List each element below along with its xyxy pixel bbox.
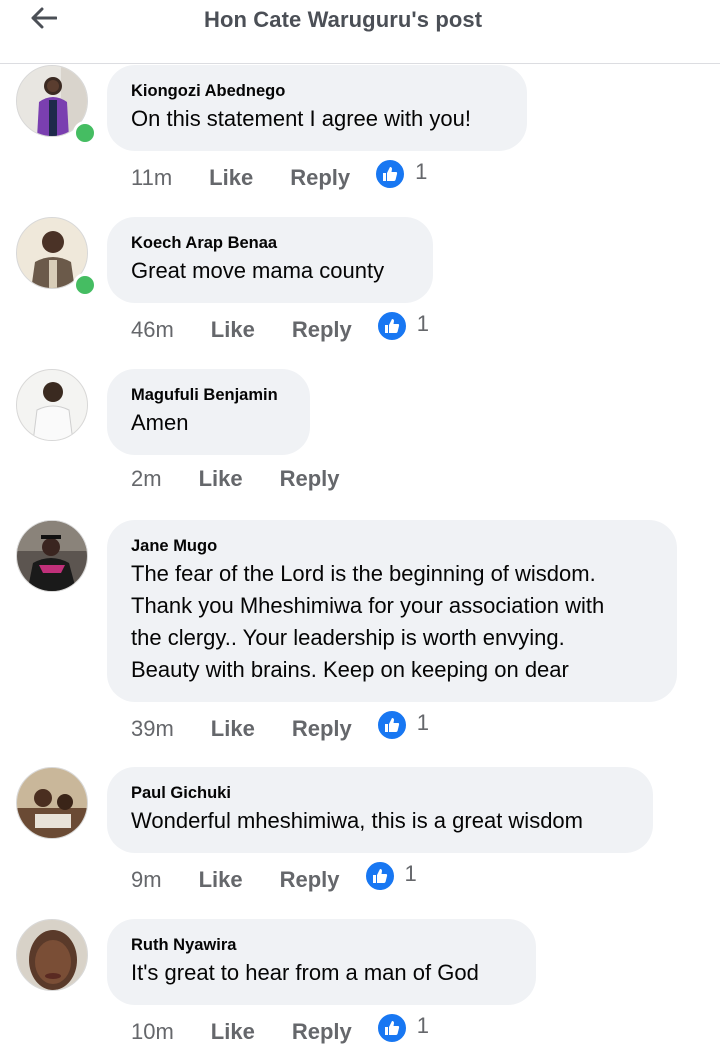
avatar-ruth-nyawira[interactable] bbox=[16, 919, 88, 991]
profile-photo bbox=[17, 370, 87, 440]
reaction-summary[interactable]: 1 bbox=[375, 709, 429, 741]
reaction-count: 1 bbox=[415, 159, 428, 184]
comment-author[interactable]: Ruth Nyawira bbox=[131, 933, 512, 957]
reaction-count: 1 bbox=[416, 1013, 429, 1038]
reply-button[interactable]: Reply bbox=[292, 716, 352, 742]
reaction-count: 1 bbox=[416, 710, 429, 735]
like-reaction-icon bbox=[363, 860, 396, 892]
avatar-kiongozi-abednego[interactable] bbox=[16, 65, 97, 145]
comment-timestamp[interactable]: 11m bbox=[131, 165, 172, 191]
avatar-magufuli-benjamin[interactable] bbox=[16, 369, 88, 441]
like-button[interactable]: Like bbox=[211, 317, 255, 343]
like-button[interactable]: Like bbox=[211, 716, 255, 742]
like-reaction-icon bbox=[375, 310, 408, 342]
like-button[interactable]: Like bbox=[199, 466, 243, 492]
like-reaction-icon bbox=[375, 1012, 408, 1044]
comment-bubble[interactable]: Kiongozi Abednego On this statement I ag… bbox=[107, 65, 527, 151]
reaction-summary[interactable]: 1 bbox=[375, 1012, 429, 1044]
comment-author[interactable]: Jane Mugo bbox=[131, 534, 653, 558]
comment-actions: 46m Like Reply 1 bbox=[131, 310, 429, 346]
reaction-summary[interactable]: 1 bbox=[375, 310, 429, 342]
comment-timestamp[interactable]: 10m bbox=[131, 1019, 174, 1045]
profile-photo bbox=[17, 521, 87, 591]
profile-photo bbox=[17, 920, 87, 990]
avatar-koech-arap-benaa[interactable] bbox=[16, 217, 97, 297]
comment-bubble[interactable]: Jane Mugo The fear of the Lord is the be… bbox=[107, 520, 677, 702]
reaction-summary[interactable]: 1 bbox=[363, 860, 417, 892]
like-reaction-icon bbox=[374, 158, 407, 190]
comment-timestamp[interactable]: 2m bbox=[131, 466, 162, 492]
comment-text: Amen bbox=[131, 410, 189, 435]
reply-button[interactable]: Reply bbox=[280, 466, 340, 492]
post-header: Hon Cate Waruguru's post bbox=[0, 0, 720, 64]
page-title: Hon Cate Waruguru's post bbox=[204, 7, 483, 32]
comment-timestamp[interactable]: 39m bbox=[131, 716, 174, 742]
comment-timestamp[interactable]: 9m bbox=[131, 867, 162, 893]
reply-button[interactable]: Reply bbox=[292, 317, 352, 343]
comment-author[interactable]: Magufuli Benjamin bbox=[131, 383, 286, 407]
comment-text: Great move mama county bbox=[131, 258, 385, 283]
like-button[interactable]: Like bbox=[199, 867, 243, 893]
comment-text: On this statement I agree with you! bbox=[131, 106, 471, 131]
avatar-jane-mugo[interactable] bbox=[16, 520, 88, 592]
comment-actions: 9m Like Reply 1 bbox=[131, 860, 417, 896]
profile-photo bbox=[17, 768, 87, 838]
comment-actions: 2m Like Reply bbox=[131, 466, 340, 492]
comment-bubble[interactable]: Ruth Nyawira It's great to hear from a m… bbox=[107, 919, 536, 1005]
comment-author[interactable]: Kiongozi Abednego bbox=[131, 79, 503, 103]
comment-timestamp[interactable]: 46m bbox=[131, 317, 174, 343]
comment-bubble[interactable]: Paul Gichuki Wonderful mheshimiwa, this … bbox=[107, 767, 653, 853]
comment-actions: 39m Like Reply 1 bbox=[131, 709, 429, 745]
comment-bubble[interactable]: Magufuli Benjamin Amen bbox=[107, 369, 310, 455]
comment-text: It's great to hear from a man of God bbox=[131, 960, 479, 985]
like-button[interactable]: Like bbox=[209, 165, 253, 191]
reply-button[interactable]: Reply bbox=[292, 1019, 352, 1045]
comment-text: Wonderful mheshimiwa, this is a great wi… bbox=[131, 808, 583, 833]
avatar-paul-gichuki[interactable] bbox=[16, 767, 88, 839]
reply-button[interactable]: Reply bbox=[290, 165, 350, 191]
like-button[interactable]: Like bbox=[211, 1019, 255, 1045]
reaction-count: 1 bbox=[404, 861, 417, 886]
comment-bubble[interactable]: Koech Arap Benaa Great move mama county bbox=[107, 217, 433, 303]
back-button[interactable] bbox=[26, 2, 62, 34]
like-reaction-icon bbox=[375, 709, 408, 741]
reaction-count: 1 bbox=[416, 311, 429, 336]
back-arrow-icon bbox=[31, 7, 57, 29]
comment-author[interactable]: Paul Gichuki bbox=[131, 781, 629, 805]
online-status-indicator bbox=[73, 273, 97, 297]
comment-text: The fear of the Lord is the beginning of… bbox=[131, 561, 605, 682]
online-status-indicator bbox=[73, 121, 97, 145]
reply-button[interactable]: Reply bbox=[280, 867, 340, 893]
comment-author[interactable]: Koech Arap Benaa bbox=[131, 231, 409, 255]
comment-actions: 10m Like Reply 1 bbox=[131, 1012, 429, 1048]
comment-actions: 11m Like Reply 1 bbox=[131, 158, 427, 194]
reaction-summary[interactable]: 1 bbox=[374, 158, 427, 190]
